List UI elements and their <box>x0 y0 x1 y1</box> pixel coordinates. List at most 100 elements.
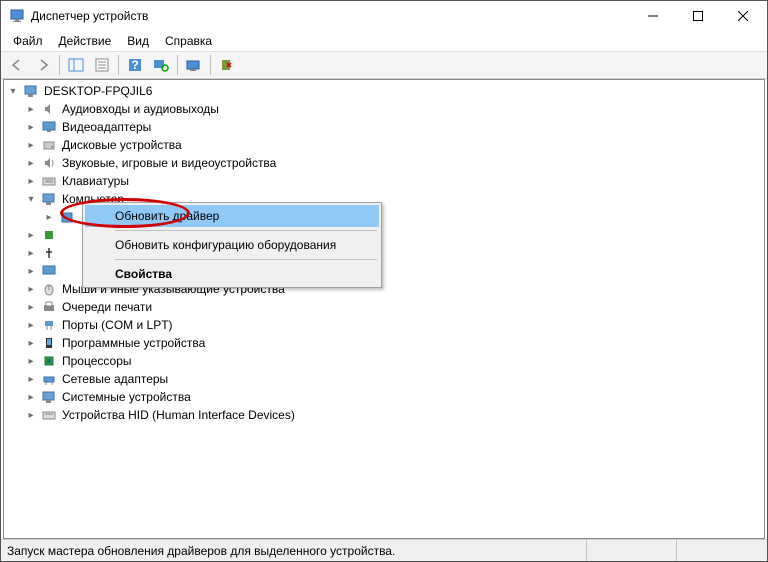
tree-item-hid[interactable]: ▸ Устройства HID (Human Interface Device… <box>4 406 764 424</box>
toolbar-separator <box>118 55 119 75</box>
tree-item-audio[interactable]: ▸ Аудиовходы и аудиовыходы <box>4 100 764 118</box>
expand-icon[interactable]: ▸ <box>24 138 38 152</box>
expand-icon[interactable]: ▸ <box>24 372 38 386</box>
uninstall-button[interactable] <box>215 53 239 77</box>
collapse-icon[interactable]: ▾ <box>6 84 20 98</box>
expand-icon[interactable]: ▸ <box>24 390 38 404</box>
cpu-icon <box>40 353 58 369</box>
menu-view[interactable]: Вид <box>119 32 157 50</box>
show-hide-tree-button[interactable] <box>64 53 88 77</box>
tree-item-disk[interactable]: ▸ Дисковые устройства <box>4 136 764 154</box>
forward-button[interactable] <box>31 53 55 77</box>
tree-item-sound[interactable]: ▸ Звуковые, игровые и видеоустройства <box>4 154 764 172</box>
minimize-button[interactable] <box>630 2 675 30</box>
expand-icon[interactable]: ▸ <box>24 282 38 296</box>
tree-item-label: Процессоры <box>60 354 134 368</box>
expand-icon[interactable]: ▸ <box>24 408 38 422</box>
help-button[interactable]: ? <box>123 53 147 77</box>
tree-item-network[interactable]: ▸ Сетевые адаптеры <box>4 370 764 388</box>
expand-icon[interactable]: ▸ <box>24 264 38 278</box>
audio-icon <box>40 101 58 117</box>
tree-item-printer[interactable]: ▸ Очереди печати <box>4 298 764 316</box>
properties-button[interactable] <box>90 53 114 77</box>
tree-item-keyboard[interactable]: ▸ Клавиатуры <box>4 172 764 190</box>
tree-item-label: Видеоадаптеры <box>60 120 153 134</box>
hid-icon <box>40 407 58 423</box>
tree-item-label: Аудиовходы и аудиовыходы <box>60 102 221 116</box>
device-tree[interactable]: ▾ DESKTOP-FPQJIL6 ▸ Аудиовходы и аудиовы… <box>3 79 765 539</box>
expand-icon[interactable]: ▸ <box>24 156 38 170</box>
tree-item-label: Сетевые адаптеры <box>60 372 170 386</box>
device-icon <box>58 209 76 225</box>
app-icon <box>9 8 25 24</box>
tree-item-label: Звуковые, игровые и видеоустройства <box>60 156 278 170</box>
toolbar-separator <box>177 55 178 75</box>
tree-item-label: Программные устройства <box>60 336 207 350</box>
expand-icon[interactable]: ▸ <box>42 210 56 224</box>
status-text: Запуск мастера обновления драйверов для … <box>1 540 587 561</box>
toolbar-separator <box>59 55 60 75</box>
expand-icon[interactable]: ▸ <box>24 300 38 314</box>
titlebar-controls <box>630 2 765 30</box>
tree-item-display[interactable]: ▸ Видеоадаптеры <box>4 118 764 136</box>
sound-icon <box>40 155 58 171</box>
statusbar: Запуск мастера обновления драйверов для … <box>1 539 767 561</box>
titlebar: Диспетчер устройств <box>1 1 767 31</box>
ctx-item-label: Обновить конфигурацию оборудования <box>115 238 336 252</box>
ctx-item-label: Свойства <box>115 267 172 281</box>
ctx-separator <box>115 230 377 231</box>
printer-icon <box>40 299 58 315</box>
expand-icon[interactable]: ▸ <box>24 174 38 188</box>
mouse-icon <box>40 281 58 297</box>
menubar: Файл Действие Вид Справка <box>1 31 767 51</box>
expand-icon[interactable]: ▸ <box>24 354 38 368</box>
software-icon <box>40 335 58 351</box>
menu-action[interactable]: Действие <box>51 32 120 50</box>
ctx-scan-hardware[interactable]: Обновить конфигурацию оборудования <box>85 234 379 256</box>
back-button[interactable] <box>5 53 29 77</box>
expand-icon[interactable]: ▸ <box>24 246 38 260</box>
network-icon <box>40 371 58 387</box>
keyboard-icon <box>40 173 58 189</box>
maximize-button[interactable] <box>675 2 720 30</box>
tree-item-ports[interactable]: ▸ Порты (COM и LPT) <box>4 316 764 334</box>
ctx-properties[interactable]: Свойства <box>85 263 379 285</box>
tree-item-label: Клавиатуры <box>60 174 131 188</box>
svg-text:?: ? <box>131 58 138 72</box>
tree-item-system[interactable]: ▸ Системные устройства <box>4 388 764 406</box>
tree-item-label: Дисковые устройства <box>60 138 184 152</box>
tree-item-software[interactable]: ▸ Программные устройства <box>4 334 764 352</box>
port-icon <box>40 317 58 333</box>
display-icon <box>40 119 58 135</box>
computer-icon <box>22 83 40 99</box>
status-pane-2 <box>587 540 677 561</box>
tree-item-label: Порты (COM и LPT) <box>60 318 175 332</box>
context-menu: Обновить драйвер Обновить конфигурацию о… <box>82 202 382 288</box>
expand-icon[interactable]: ▸ <box>24 318 38 332</box>
collapse-icon[interactable]: ▾ <box>24 192 38 206</box>
controller-icon <box>40 227 58 243</box>
expand-icon[interactable]: ▸ <box>24 102 38 116</box>
computer-icon <box>40 191 58 207</box>
tree-item-cpu[interactable]: ▸ Процессоры <box>4 352 764 370</box>
window-title: Диспетчер устройств <box>31 9 630 23</box>
scan-hardware-button[interactable] <box>149 53 173 77</box>
tree-root[interactable]: ▾ DESKTOP-FPQJIL6 <box>4 82 764 100</box>
tree-item-label: Системные устройства <box>60 390 193 404</box>
expand-icon[interactable]: ▸ <box>24 120 38 134</box>
tree-item-label: Очереди печати <box>60 300 154 314</box>
tree-item-label: Устройства HID (Human Interface Devices) <box>60 408 297 422</box>
status-pane-3 <box>677 540 767 561</box>
monitor-icon <box>40 263 58 279</box>
close-button[interactable] <box>720 2 765 30</box>
expand-icon[interactable]: ▸ <box>24 228 38 242</box>
expand-icon[interactable]: ▸ <box>24 336 38 350</box>
ctx-separator <box>115 259 377 260</box>
update-driver-button[interactable] <box>182 53 206 77</box>
menu-file[interactable]: Файл <box>5 32 51 50</box>
menu-help[interactable]: Справка <box>157 32 220 50</box>
ctx-item-label: Обновить драйвер <box>115 209 219 223</box>
toolbar: ? <box>1 51 767 79</box>
disk-icon <box>40 137 58 153</box>
ctx-update-driver[interactable]: Обновить драйвер <box>85 205 379 227</box>
